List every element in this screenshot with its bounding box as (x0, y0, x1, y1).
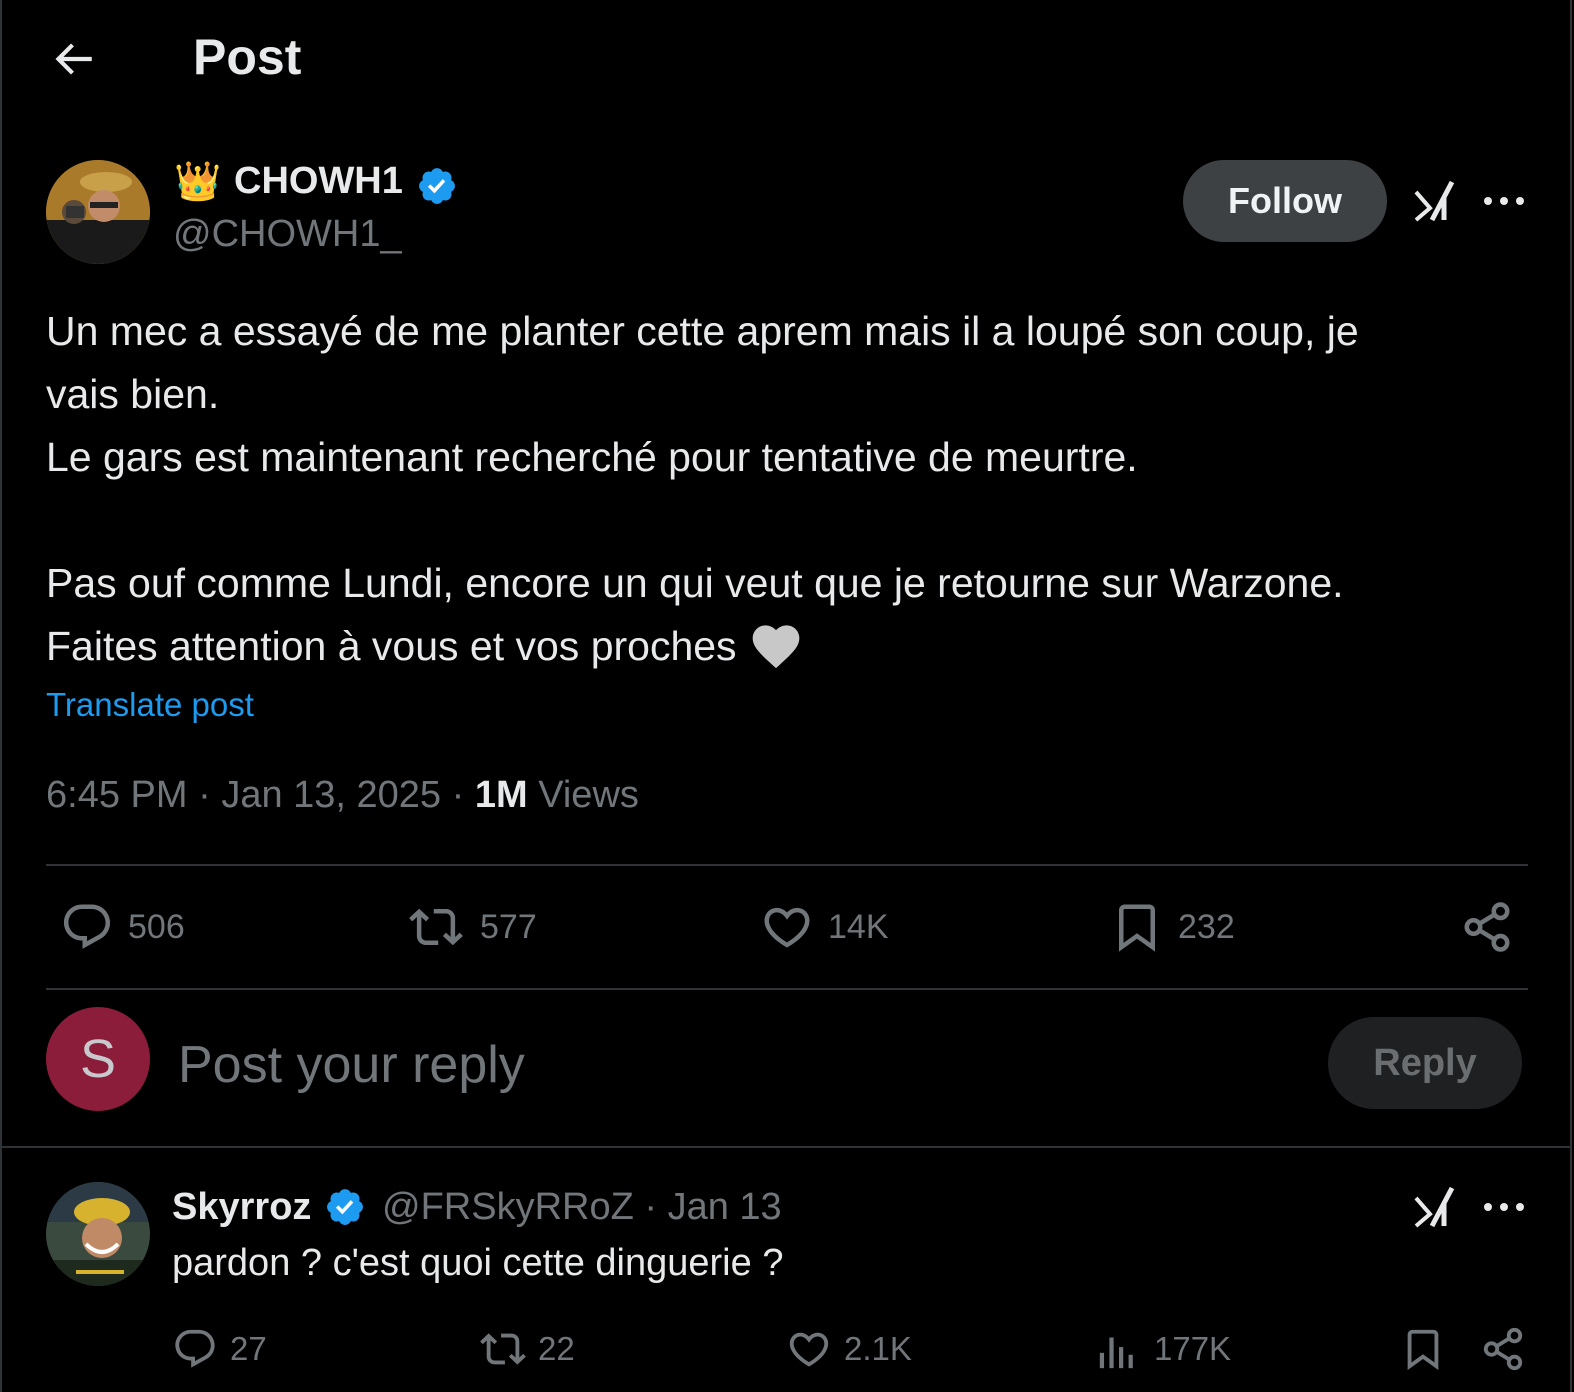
repost-icon (409, 908, 463, 946)
reply-button[interactable]: Reply (1328, 1017, 1522, 1109)
views-chart-icon (1099, 1337, 1133, 1369)
page-title: Post (193, 29, 302, 85)
reply-action[interactable]: 506 (60, 900, 185, 954)
reply-author-handle[interactable]: @FRSkyRRoZ (382, 1186, 634, 1228)
verified-badge-icon (327, 1189, 363, 1225)
divider (46, 988, 1528, 990)
bookmark-icon (1407, 1329, 1439, 1370)
views-label: Views (538, 774, 639, 816)
reply-author-avatar[interactable] (46, 1182, 150, 1286)
reply-icon (63, 904, 111, 949)
like-count: 14K (828, 907, 889, 946)
post-metadata: 6:45 PM · Jan 13, 2025 · 1M Views (46, 774, 639, 816)
follow-button[interactable]: Follow (1183, 160, 1387, 242)
reply-share-action[interactable] (1480, 1326, 1526, 1372)
reply-reply-action[interactable]: 27 (172, 1326, 267, 1372)
crown-emoji: 👑 (174, 161, 222, 203)
views-count: 1M (474, 774, 528, 816)
reply-count: 506 (128, 907, 185, 946)
reply-author-name[interactable]: Skyrroz (172, 1186, 311, 1229)
post-text: Un mec a essayé de me planter cette apre… (46, 300, 1536, 678)
reply-icon (175, 1329, 215, 1368)
post-text-content: Un mec a essayé de me planter cette apre… (46, 308, 1359, 669)
share-icon (1483, 1327, 1523, 1371)
user-avatar[interactable]: S (46, 1007, 150, 1111)
reply-like-action[interactable]: 2.1K (786, 1326, 912, 1372)
reply-date[interactable]: Jan 13 (668, 1186, 782, 1228)
bookmark-icon (1119, 904, 1155, 952)
bookmark-action[interactable]: 232 (1110, 900, 1235, 954)
reply-bookmark-action[interactable] (1400, 1326, 1446, 1372)
reply-repost-action[interactable]: 22 (478, 1326, 575, 1372)
reply-input[interactable] (178, 1030, 1278, 1100)
divider (46, 864, 1528, 866)
verified-badge-icon (419, 168, 455, 204)
reply-author-meta: @FRSkyRRoZ · Jan 13 (382, 1186, 782, 1228)
repost-icon (480, 1333, 526, 1365)
share-icon (1464, 902, 1510, 952)
author-handle[interactable]: @CHOWH1_ (173, 213, 402, 256)
post-page: Post 👑 CHOWH1 @CHOWH1_ Follow Un mec a e… (0, 0, 1572, 1392)
reply-views-action[interactable]: 177K (1096, 1326, 1231, 1372)
translate-post-link[interactable]: Translate post (46, 686, 254, 724)
like-heart-icon (789, 1332, 829, 1367)
bookmark-count: 232 (1178, 907, 1235, 946)
more-options-icon[interactable] (1482, 191, 1526, 211)
page-header: Post (2, 0, 1570, 120)
post-date[interactable]: Jan 13, 2025 (221, 774, 441, 816)
reply-repost-count: 22 (538, 1330, 575, 1367)
author-display-name[interactable]: CHOWH1 (234, 160, 403, 203)
like-heart-icon (764, 907, 810, 948)
share-action[interactable] (1460, 900, 1514, 954)
reply-views-count: 177K (1154, 1330, 1232, 1367)
reply-text: pardon ? c'est quoi cette dinguerie ? (172, 1242, 784, 1284)
grok-icon[interactable] (1412, 178, 1458, 224)
section-divider (2, 1146, 1570, 1148)
white-heart-icon (752, 625, 800, 669)
repost-action[interactable]: 577 (406, 900, 537, 954)
repost-count: 577 (480, 907, 537, 946)
reply-like-count: 2.1K (844, 1330, 912, 1367)
author-avatar[interactable] (46, 160, 150, 264)
back-arrow-icon[interactable] (48, 34, 98, 84)
like-action[interactable]: 14K (760, 900, 889, 954)
post-time[interactable]: 6:45 PM (46, 774, 188, 816)
grok-icon[interactable] (1412, 1184, 1458, 1230)
reply-reply-count: 27 (230, 1330, 267, 1367)
more-options-icon[interactable] (1482, 1197, 1526, 1217)
